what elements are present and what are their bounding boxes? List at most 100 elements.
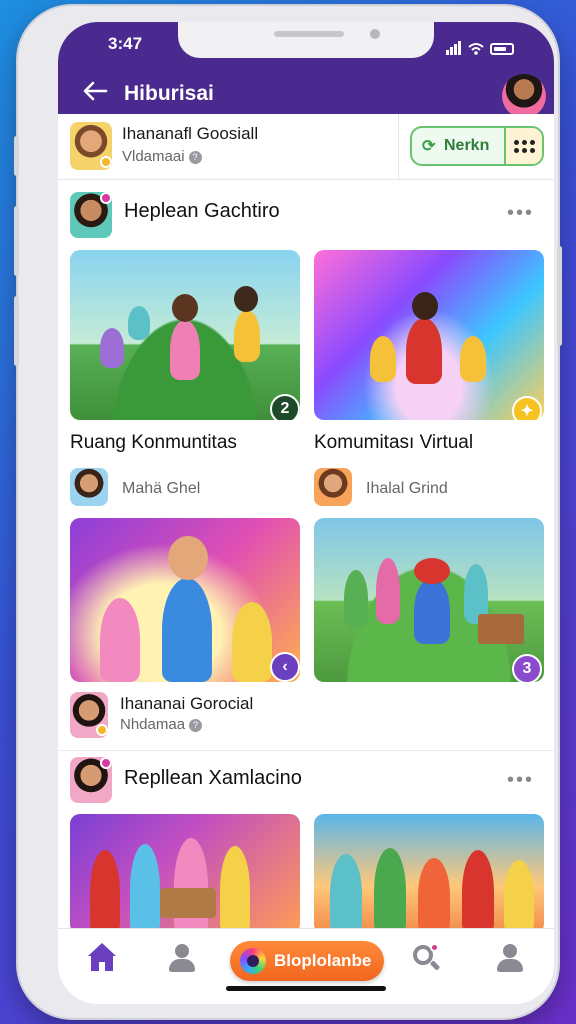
status-time: 3:47 <box>108 34 143 53</box>
creator-name[interactable]: Mahä Ghel <box>122 480 200 498</box>
bottom-navigation: Bloplolanbe <box>58 928 554 1004</box>
treasure-chest <box>478 614 524 644</box>
section-title: Heplean Gachtiro <box>124 200 280 222</box>
gift-basket <box>160 888 216 918</box>
creator-avatar[interactable] <box>70 468 108 506</box>
volume-down-button <box>14 296 19 366</box>
illustration-head <box>414 558 450 584</box>
creator-avatar[interactable] <box>70 122 112 170</box>
illustration-person <box>330 854 362 934</box>
illustration-person <box>232 602 272 682</box>
back-arrow-icon[interactable] <box>82 80 112 109</box>
illustration-person <box>100 328 124 368</box>
count-badge: 2 <box>270 394 300 420</box>
app-header: Hiburisai <box>58 74 554 118</box>
illustration-head <box>168 536 208 580</box>
page-title: Hiburisai <box>124 82 214 105</box>
illustration-person <box>128 306 150 340</box>
section-avatar[interactable] <box>70 192 112 238</box>
creator-name[interactable]: Ihananafl Goosiall <box>122 124 258 144</box>
count-badge: 3 <box>512 654 542 682</box>
creator-avatar[interactable] <box>314 468 352 506</box>
illustration-person <box>100 598 140 682</box>
follow-label: Nerkn <box>444 137 490 154</box>
illustration-person <box>406 318 442 384</box>
section-header: Heplean Gachtiro ••• <box>58 190 554 238</box>
live-dot-icon <box>100 192 112 204</box>
illustration-head <box>412 292 438 320</box>
creator-name[interactable]: Ihananai Gorocial <box>120 694 253 714</box>
more-options-icon[interactable]: ••• <box>507 769 534 792</box>
more-options-icon[interactable]: ••• <box>507 202 534 225</box>
refresh-icon: ⟳ <box>422 138 436 155</box>
app-logo-icon <box>240 948 266 974</box>
section-header: Repllean Xamlacino ••• <box>58 750 554 803</box>
follow-button[interactable]: ⟳ Nerkn <box>410 126 544 166</box>
creator-subtitle: Vldamaai? <box>122 148 202 165</box>
card-title[interactable]: Ruang Konmuntitas <box>70 432 237 454</box>
home-icon[interactable] <box>86 943 118 975</box>
live-dot-icon <box>100 757 112 769</box>
user-avatar[interactable] <box>502 74 546 118</box>
app-screen: 3:47 Hiburisai Ihananafl Goosiall Vldama… <box>58 22 554 1004</box>
mute-switch <box>14 136 19 176</box>
creator-name[interactable]: Ihalal Grind <box>366 480 448 498</box>
illustration-person <box>220 846 250 934</box>
sparkle-icon: ✦ <box>512 396 542 420</box>
community-card-image[interactable]: ‹ <box>70 518 300 682</box>
creator-avatar[interactable] <box>70 692 108 738</box>
creator-subtitle-text: Nhdamaa <box>120 716 186 733</box>
volume-up-button <box>14 206 19 276</box>
illustration-person <box>414 578 450 644</box>
card-nav-badge[interactable]: ‹ <box>270 652 300 682</box>
create-button-label: Bloplolanbe <box>274 951 372 970</box>
grid-menu-icon[interactable] <box>504 128 542 164</box>
section-avatar[interactable] <box>70 757 112 803</box>
illustration-person <box>174 838 208 934</box>
front-camera <box>370 29 380 39</box>
camera-notch <box>178 22 434 58</box>
speaker-grille <box>274 31 344 37</box>
home-indicator[interactable] <box>226 986 386 991</box>
status-icons <box>446 37 514 55</box>
creator-subtitle: Nhdamaa? <box>120 716 203 733</box>
verified-icon: ? <box>188 150 202 164</box>
illustration-person <box>370 336 396 382</box>
divider <box>398 114 399 179</box>
account-icon[interactable] <box>494 943 526 975</box>
profile-icon[interactable] <box>166 943 198 975</box>
illustration-person <box>344 570 368 628</box>
illustration-person <box>234 310 260 362</box>
illustration-head <box>172 294 198 322</box>
illustration-person <box>162 578 212 682</box>
illustration-person <box>130 844 160 934</box>
section-title: Repllean Xamlacino <box>124 767 302 789</box>
card-title[interactable]: Komumitası Virtual <box>314 432 473 454</box>
virtual-card-image[interactable]: ✦ <box>314 250 544 420</box>
level-badge-icon <box>96 724 108 736</box>
illustration-person <box>462 850 494 934</box>
create-button[interactable]: Bloplolanbe <box>230 941 384 981</box>
community-card-image[interactable] <box>70 814 300 934</box>
community-card-image[interactable]: 2 <box>70 250 300 420</box>
search-icon[interactable] <box>410 943 442 975</box>
illustration-person <box>376 558 400 624</box>
level-badge-icon <box>100 156 112 168</box>
illustration-person <box>418 858 450 934</box>
illustration-person <box>170 320 200 380</box>
illustration-person <box>374 848 406 934</box>
signal-icon <box>446 37 462 55</box>
illustration-person <box>504 860 534 934</box>
battery-icon <box>490 43 514 55</box>
verified-icon: ? <box>189 718 203 732</box>
outdoor-card-image[interactable] <box>314 814 544 934</box>
illustration-head <box>234 286 258 312</box>
illustration-person <box>460 336 486 382</box>
status-bar: 3:47 <box>58 22 554 74</box>
wifi-icon <box>468 42 484 55</box>
outdoor-card-image[interactable]: 3 <box>314 518 544 682</box>
illustration-person <box>90 850 120 934</box>
power-button <box>557 246 562 346</box>
creator-subtitle-text: Vldamaai <box>122 148 185 165</box>
profile-bar: Ihananafl Goosiall Vldamaai? ⟳ Nerkn <box>58 114 554 180</box>
